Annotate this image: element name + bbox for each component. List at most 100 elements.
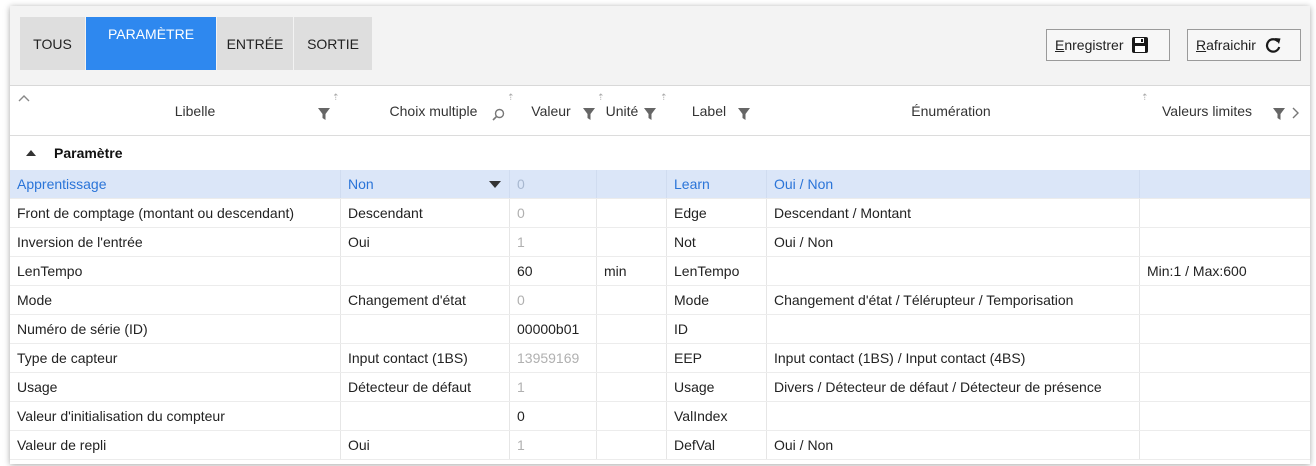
cell-choix[interactable]: Descendant [341, 199, 510, 227]
cell-choix[interactable]: Détecteur de défaut [341, 373, 510, 401]
cell-unite[interactable] [597, 431, 667, 459]
cell-label[interactable]: Mode [667, 286, 767, 314]
cell-libelle[interactable]: Inversion de l'entrée [10, 228, 341, 256]
cell-valeur[interactable]: 60 [510, 257, 597, 285]
filter-icon[interactable] [583, 108, 595, 120]
cell-label[interactable]: EEP [667, 344, 767, 372]
cell-libelle[interactable]: Usage [10, 373, 341, 401]
filter-icon[interactable] [644, 108, 656, 120]
filter-icon[interactable] [318, 108, 330, 120]
cell-libelle[interactable]: Mode [10, 286, 341, 314]
cell-choix[interactable] [341, 257, 510, 285]
filter-icon[interactable] [738, 108, 750, 120]
cell-unite[interactable] [597, 344, 667, 372]
refresh-button[interactable]: Rafraichir [1187, 29, 1301, 61]
table-row[interactable]: Apprentissage Non 0 Learn Oui / Non [10, 170, 1310, 199]
cell-label[interactable]: ValIndex [667, 402, 767, 430]
cell-choix[interactable]: Non [341, 170, 510, 198]
cell-unite[interactable] [597, 199, 667, 227]
tab-parametre[interactable]: PARAMÈTRE [86, 17, 216, 70]
cell-libelle[interactable]: Numéro de série (ID) [10, 315, 341, 343]
cell-libelle[interactable]: Type de capteur [10, 344, 341, 372]
cell-limites[interactable] [1140, 228, 1310, 256]
cell-label[interactable]: Edge [667, 199, 767, 227]
table-row[interactable]: Numéro de série (ID) 00000b01 ID [10, 315, 1310, 344]
cell-unite[interactable] [597, 170, 667, 198]
cell-valeur[interactable]: 0 [510, 286, 597, 314]
cell-libelle[interactable]: LenTempo [10, 257, 341, 285]
cell-libelle[interactable]: Front de comptage (montant ou descendant… [10, 199, 341, 227]
column-header-unite[interactable]: Unité [600, 86, 650, 136]
collapse-caret-icon[interactable] [26, 150, 36, 156]
cell-libelle[interactable]: Valeur d'initialisation du compteur [10, 402, 341, 430]
cell-valeur[interactable]: 0 [510, 199, 597, 227]
table-row[interactable]: Valeur de repli Oui 1 DefVal Oui / Non [10, 431, 1310, 460]
cell-limites[interactable]: Min:1 / Max:600 [1140, 257, 1310, 285]
cell-label[interactable]: Usage [667, 373, 767, 401]
cell-limites[interactable] [1140, 170, 1310, 198]
cell-valeur[interactable]: 0 [510, 402, 597, 430]
cell-limites[interactable] [1140, 344, 1310, 372]
cell-enumeration[interactable]: Oui / Non [767, 228, 1140, 256]
cell-label[interactable]: LenTempo [667, 257, 767, 285]
filter-icon[interactable] [1273, 108, 1285, 120]
search-icon[interactable] [492, 108, 505, 121]
cell-enumeration[interactable]: Oui / Non [767, 431, 1140, 459]
cell-valeur[interactable]: 1 [510, 228, 597, 256]
cell-limites[interactable] [1140, 315, 1310, 343]
table-row[interactable]: Inversion de l'entrée Oui 1 Not Oui / No… [10, 228, 1310, 257]
cell-enumeration[interactable]: Descendant / Montant [767, 199, 1140, 227]
cell-unite[interactable] [597, 402, 667, 430]
column-header-enumeration[interactable]: Énumération [766, 86, 1136, 136]
cell-label[interactable]: Learn [667, 170, 767, 198]
tab-sortie[interactable]: SORTIE [294, 17, 372, 70]
table-row[interactable]: Type de capteur Input contact (1BS) 1395… [10, 344, 1310, 373]
group-header[interactable]: Paramètre [10, 136, 1310, 170]
table-row[interactable]: Usage Détecteur de défaut 1 Usage Divers… [10, 373, 1310, 402]
cell-limites[interactable] [1140, 373, 1310, 401]
cell-choix[interactable] [341, 402, 510, 430]
dropdown-caret-icon[interactable] [489, 181, 501, 188]
cell-enumeration[interactable] [767, 315, 1140, 343]
cell-valeur[interactable]: 13959169 [510, 344, 597, 372]
column-header-label[interactable]: Label [666, 86, 766, 136]
cell-label[interactable]: ID [667, 315, 767, 343]
cell-unite[interactable] [597, 286, 667, 314]
cell-unite[interactable]: min [597, 257, 667, 285]
cell-label[interactable]: Not [667, 228, 767, 256]
cell-enumeration[interactable]: Oui / Non [767, 170, 1140, 198]
cell-libelle[interactable]: Apprentissage [10, 170, 341, 198]
sort-arrows-icon[interactable]: ⇡ [332, 92, 340, 103]
table-row[interactable]: Front de comptage (montant ou descendant… [10, 199, 1310, 228]
cell-libelle[interactable]: Valeur de repli [10, 431, 341, 459]
table-row[interactable]: Valeur d'initialisation du compteur 0 Va… [10, 402, 1310, 431]
cell-enumeration[interactable]: Divers / Détecteur de défaut / Détecteur… [767, 373, 1140, 401]
cell-enumeration[interactable] [767, 402, 1140, 430]
cell-enumeration[interactable]: Changement d'état / Télérupteur / Tempor… [767, 286, 1140, 314]
cell-limites[interactable] [1140, 402, 1310, 430]
tab-entree[interactable]: ENTRÉE [217, 17, 293, 70]
cell-valeur[interactable]: 0 [510, 170, 597, 198]
table-row[interactable]: LenTempo 60 min LenTempo Min:1 / Max:600 [10, 257, 1310, 286]
chevron-right-icon[interactable] [1292, 107, 1300, 119]
tab-tous[interactable]: TOUS [20, 17, 85, 70]
table-row[interactable]: Mode Changement d'état 0 Mode Changement… [10, 286, 1310, 315]
cell-valeur[interactable]: 1 [510, 431, 597, 459]
cell-choix[interactable]: Changement d'état [341, 286, 510, 314]
cell-unite[interactable] [597, 373, 667, 401]
cell-enumeration[interactable]: Input contact (1BS) / Input contact (4BS… [767, 344, 1140, 372]
cell-choix[interactable]: Oui [341, 228, 510, 256]
cell-choix[interactable]: Oui [341, 431, 510, 459]
cell-limites[interactable] [1140, 286, 1310, 314]
save-button[interactable]: Enregistrer [1046, 29, 1170, 61]
cell-unite[interactable] [597, 315, 667, 343]
cell-limites[interactable] [1140, 431, 1310, 459]
column-header-libelle[interactable]: Libelle [10, 86, 340, 136]
cell-limites[interactable] [1140, 199, 1310, 227]
cell-valeur[interactable]: 00000b01 [510, 315, 597, 343]
cell-choix[interactable]: Input contact (1BS) [341, 344, 510, 372]
cell-choix[interactable] [341, 315, 510, 343]
cell-unite[interactable] [597, 228, 667, 256]
cell-label[interactable]: DefVal [667, 431, 767, 459]
cell-valeur[interactable]: 1 [510, 373, 597, 401]
